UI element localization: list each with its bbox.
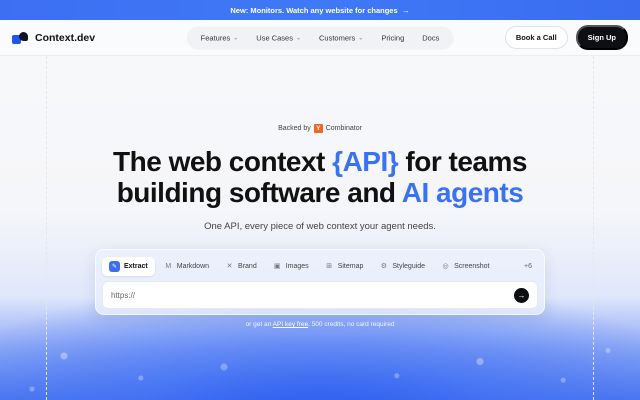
markdown-icon: M <box>165 262 172 270</box>
tab-screenshot[interactable]: ◎ Screenshot <box>434 258 496 275</box>
brand-icon: ✕ <box>226 263 233 270</box>
camera-icon: ◎ <box>442 263 449 270</box>
brand-name: Context.dev <box>35 31 96 44</box>
styleguide-icon: ⚙ <box>380 263 388 270</box>
headline-highlight-agents: AI agents <box>401 177 524 208</box>
nav-item-pricing[interactable]: Pricing <box>373 29 412 46</box>
main-menu: Features ⌄ Use Cases ⌄ Customers ⌄ Prici… <box>186 26 454 49</box>
tab-label: Images <box>285 262 309 270</box>
tab-markdown[interactable]: M Markdown <box>157 258 216 275</box>
announcement-text: New: Monitors. Watch any website for cha… <box>230 5 398 15</box>
backed-prefix: Backed by <box>278 125 311 132</box>
pencil-icon: ✎ <box>109 260 120 272</box>
nav-item-label: Pricing <box>381 33 405 42</box>
headline-text: The web context <box>113 146 333 177</box>
headline-highlight-api: {API} <box>332 146 399 177</box>
nav-item-features[interactable]: Features ⌄ <box>193 29 247 46</box>
nav-item-use-cases[interactable]: Use Cases ⌄ <box>248 29 309 46</box>
tab-label: Styleguide <box>392 262 426 270</box>
tab-label: Extract <box>124 262 148 270</box>
arrow-right-icon: → <box>401 5 410 15</box>
logo-icon <box>12 31 30 44</box>
tab-images[interactable]: ▣ Images <box>266 258 316 275</box>
backed-suffix: Combinator <box>325 125 362 132</box>
tab-label: Screenshot <box>454 262 490 270</box>
nav-item-label: Customers <box>319 33 356 42</box>
nav-item-label: Docs <box>422 33 440 42</box>
sign-up-button[interactable]: Sign Up <box>575 25 628 50</box>
hero-headline: The web context {API} for teams building… <box>0 146 640 208</box>
headline-text: for teams <box>398 146 527 177</box>
chevron-down-icon: ⌄ <box>233 35 239 41</box>
tab-sitemap[interactable]: ⊞ Sitemap <box>318 258 371 275</box>
submit-arrow-icon[interactable]: → <box>514 287 529 303</box>
nav-item-label: Use Cases <box>256 33 293 42</box>
url-input-row: → <box>102 281 538 309</box>
nav-actions: Book a Call Sign Up <box>504 25 628 50</box>
headline-text: building software and <box>116 177 402 208</box>
nav-item-docs[interactable]: Docs <box>414 29 447 46</box>
cta-suffix: . 500 credits, no card required <box>308 321 395 328</box>
nav-item-customers[interactable]: Customers ⌄ <box>311 29 371 46</box>
cta-prefix: or get an <box>245 321 273 328</box>
tab-label: Markdown <box>176 262 210 270</box>
api-key-note: or get an API key free. 500 credits, no … <box>0 321 640 328</box>
endpoint-tabs: ✎ Extract M Markdown ✕ Brand ▣ Images ⊞ … <box>102 256 538 276</box>
chevron-down-icon: ⌄ <box>295 35 302 41</box>
more-tabs-button[interactable]: +6 <box>518 263 538 270</box>
tab-brand[interactable]: ✕ Brand <box>218 258 264 275</box>
nav-item-label: Features <box>200 33 231 42</box>
brand-logo[interactable]: Context.dev <box>12 31 96 44</box>
tab-extract[interactable]: ✎ Extract <box>102 256 155 276</box>
api-playground-card: ✎ Extract M Markdown ✕ Brand ▣ Images ⊞ … <box>95 249 545 315</box>
backed-by-badge[interactable]: Backed by Y Combinator <box>0 124 640 133</box>
chevron-down-icon: ⌄ <box>358 35 364 41</box>
url-input[interactable] <box>111 290 514 300</box>
hero-subtitle: One API, every piece of web context your… <box>204 221 436 232</box>
navbar: Context.dev Features ⌄ Use Cases ⌄ Custo… <box>0 20 640 56</box>
ycombinator-logo-icon: Y <box>313 124 323 133</box>
hero-section: Backed by Y Combinator The web context {… <box>0 56 640 400</box>
announcement-banner[interactable]: New: Monitors. Watch any website for cha… <box>0 0 640 20</box>
tab-label: Sitemap <box>337 262 364 270</box>
image-icon: ▣ <box>273 263 281 270</box>
book-call-button[interactable]: Book a Call <box>504 26 568 49</box>
tab-label: Brand <box>238 262 257 270</box>
api-key-link[interactable]: API key free <box>273 321 308 328</box>
sitemap-icon: ⊞ <box>326 263 333 270</box>
tab-styleguide[interactable]: ⚙ Styleguide <box>372 258 432 275</box>
